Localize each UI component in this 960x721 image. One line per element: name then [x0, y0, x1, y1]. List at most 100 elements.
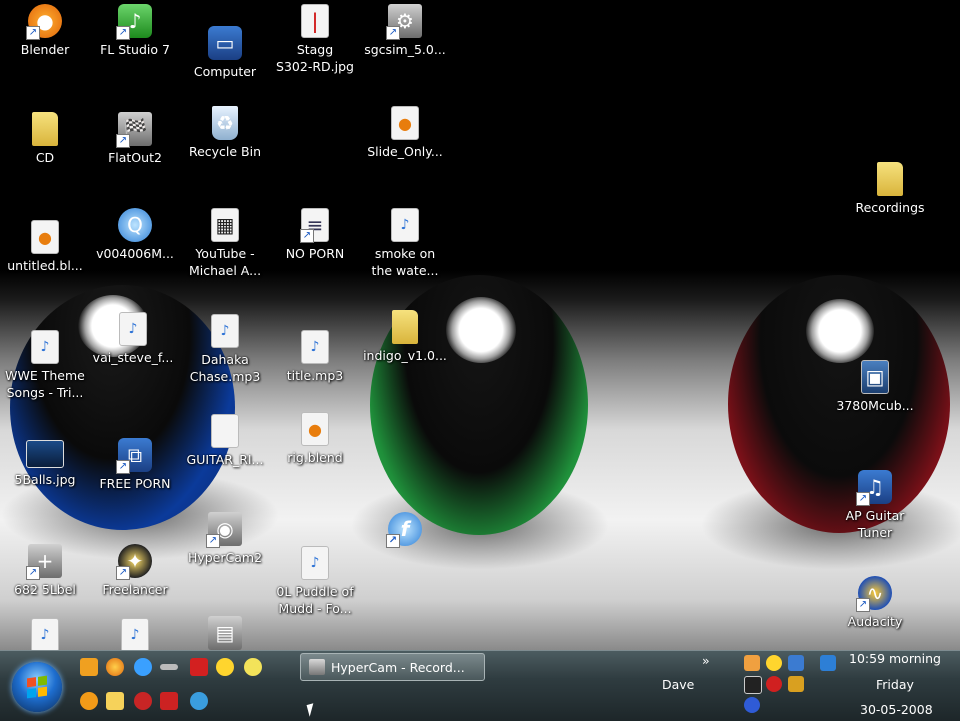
icon-label: CD — [35, 150, 55, 165]
desktop-icon-smoke-on-the-water[interactable]: ♪ smoke on the wate... — [360, 208, 450, 279]
video-file-icon: ▦ — [211, 208, 239, 242]
desktop-icon-puddle-of-mudd[interactable]: ♪ 0L Puddle of Mudd - Fo... — [270, 546, 360, 617]
desktop-icon-rig-blend[interactable]: ● rig.blend — [270, 412, 360, 466]
firefox-icon[interactable] — [106, 658, 124, 676]
desktop-icon-flatout2[interactable]: 🏁 FlatOut2 — [90, 112, 180, 166]
blend-file-icon: ● — [31, 220, 59, 254]
fl-studio-icon: ♪ — [116, 4, 152, 40]
icon-label: 5Balls.jpg — [14, 472, 76, 487]
tray-smiley-icon[interactable] — [766, 655, 782, 671]
desktop-icon-ap-guitar-tuner[interactable]: ♫ AP Guitar Tuner — [830, 470, 920, 541]
icon-label: sgcsim_5.0... — [364, 42, 446, 57]
installer-icon: + — [26, 544, 62, 580]
tray-overflow-button[interactable]: » — [702, 653, 710, 668]
tray-icon[interactable] — [788, 655, 804, 671]
desktop-icon-682-5lbel[interactable]: + 682 5Lbel — [0, 544, 90, 598]
volume-icon[interactable] — [788, 676, 804, 692]
quicktime-icon: Q — [118, 208, 152, 242]
desktop-icon-no-porn[interactable]: ≡ NO PORN — [270, 208, 360, 262]
desktop-icon-blender[interactable]: ● Blender — [0, 4, 90, 58]
taskbar-button-label: HyperCam - Record... — [331, 659, 465, 675]
desktop-icon-3780mcub[interactable]: ▣ 3780Mcub... — [830, 360, 920, 414]
program-icon[interactable] — [134, 692, 152, 710]
icon-label: Recordings — [855, 200, 925, 215]
mp3-file-icon: ♪ — [301, 546, 329, 580]
desktop-icon-flash-shortcut[interactable]: f — [360, 512, 450, 549]
flag-icon[interactable] — [160, 692, 178, 710]
tray-icon[interactable] — [744, 676, 762, 694]
tray-icon[interactable] — [744, 655, 760, 671]
desktop-icon-wwe-theme-songs[interactable]: ♪ WWE Theme Songs - Tri... — [0, 330, 90, 401]
icon-label: smoke on the wate... — [371, 246, 439, 278]
taskbar-button-hypercam[interactable]: HyperCam - Record... — [300, 653, 485, 681]
desktop-icon-indigo-folder[interactable]: indigo_v1.0... — [360, 310, 450, 364]
desktop-icon-partial[interactable]: ♪ — [90, 618, 180, 650]
desktop-icon-guitar-rig[interactable]: GUITAR_RI... — [180, 414, 270, 468]
desktop-icon-fl-studio[interactable]: ♪ FL Studio 7 — [90, 4, 180, 58]
mp3-file-icon: ♪ — [301, 330, 329, 364]
icon-label: Dahaka Chase.mp3 — [189, 352, 261, 384]
desktop-icon-free-porn[interactable]: ⧉ FREE PORN — [90, 438, 180, 492]
desktop-icon-partial[interactable]: ▤ — [180, 616, 270, 650]
desktop-icon-title-mp3[interactable]: ♪ title.mp3 — [270, 330, 360, 384]
windows-logo-icon — [27, 675, 47, 699]
desktop-icon-computer[interactable]: ▭ Computer — [180, 26, 270, 80]
desktop-icon-recycle-bin[interactable]: ♻ Recycle Bin — [180, 106, 270, 160]
start-button[interactable] — [12, 662, 62, 712]
icon-label: vai_steve_f... — [92, 350, 174, 365]
desktop-icon-freelancer[interactable]: ✦ Freelancer — [90, 544, 180, 598]
desktop-icon-dahaka-chase[interactable]: ♪ Dahaka Chase.mp3 — [180, 314, 270, 385]
desktop-icon-v004006m[interactable]: Q v004006M... — [90, 208, 180, 262]
program-icon[interactable] — [80, 692, 98, 710]
desktop-wallpaper: ● Blender ♪ FL Studio 7 ▭ Computer | Sta… — [0, 0, 960, 650]
network-icon: ⧉ — [116, 438, 152, 474]
tuner-app-icon: ♫ — [856, 470, 892, 506]
desktop-icon-vai-steve[interactable]: ♪ vai_steve_f... — [88, 312, 178, 366]
desktop-icon-5balls-jpg[interactable]: 5Balls.jpg — [0, 440, 90, 488]
icon-label: FL Studio 7 — [100, 42, 170, 57]
desktop-icon-stagg-jpg[interactable]: | Stagg S302-RD.jpg — [270, 4, 360, 75]
installer-icon: ⚙ — [386, 4, 422, 40]
tray-flash-icon[interactable] — [766, 676, 782, 692]
application-icon: ▤ — [208, 616, 242, 650]
program-icon[interactable] — [190, 692, 208, 710]
folder-icon[interactable] — [106, 692, 124, 710]
computer-icon: ▭ — [208, 26, 242, 60]
image-file-icon — [26, 440, 64, 468]
blend-file-icon: ● — [391, 106, 419, 140]
desktop-icon-partial[interactable]: ♪ — [0, 618, 90, 650]
desktop-icon-youtube-video[interactable]: ▦ YouTube - Michael A... — [180, 208, 270, 279]
image-file-icon: | — [301, 4, 329, 38]
mp3-file-icon: ♪ — [31, 618, 59, 650]
clock-time[interactable]: 10:59 morning — [849, 651, 941, 666]
icon-label: FREE PORN — [99, 476, 171, 491]
program-icon[interactable] — [244, 658, 262, 676]
messenger-smiley-icon[interactable] — [216, 658, 234, 676]
clock-date[interactable]: 30-05-2008 — [860, 702, 933, 717]
desktop-icon-recordings-folder[interactable]: Recordings — [845, 162, 935, 216]
image-file-icon: ▣ — [861, 360, 889, 394]
icon-label: Computer — [193, 64, 257, 79]
icon-label: 3780Mcub... — [836, 398, 914, 413]
desktop-icon-slide-only[interactable]: ● Slide_Only... — [360, 106, 450, 160]
icon-label: Freelancer — [102, 582, 168, 597]
desktop-icon-untitled-blend[interactable]: ● untitled.bl... — [0, 220, 90, 274]
mp3-file-icon: ♪ — [121, 618, 149, 650]
desktop-icon-hypercam2[interactable]: ◉ HyperCam2 — [180, 512, 270, 566]
icon-label: Slide_Only... — [367, 144, 443, 159]
user-label: Dave — [662, 677, 695, 692]
internet-explorer-icon[interactable] — [134, 658, 152, 676]
media-player-icon[interactable] — [80, 658, 98, 676]
desktop-icon-audacity[interactable]: ∿ Audacity — [830, 576, 920, 630]
clock-day[interactable]: Friday — [876, 677, 914, 692]
icon-label: Stagg S302-RD.jpg — [276, 42, 354, 74]
desktop-icon-sgcsim[interactable]: ⚙ sgcsim_5.0... — [360, 4, 450, 58]
quicklaunch-item-icon[interactable] — [160, 664, 178, 670]
network-icon[interactable] — [820, 655, 836, 671]
desktop-icon-cd-folder[interactable]: CD — [0, 112, 90, 166]
tray-icon[interactable] — [744, 697, 760, 713]
blender-app-icon: ● — [26, 4, 62, 40]
blend-file-icon: ● — [301, 412, 329, 446]
program-icon[interactable] — [190, 658, 208, 676]
icon-label: indigo_v1.0... — [363, 348, 447, 363]
